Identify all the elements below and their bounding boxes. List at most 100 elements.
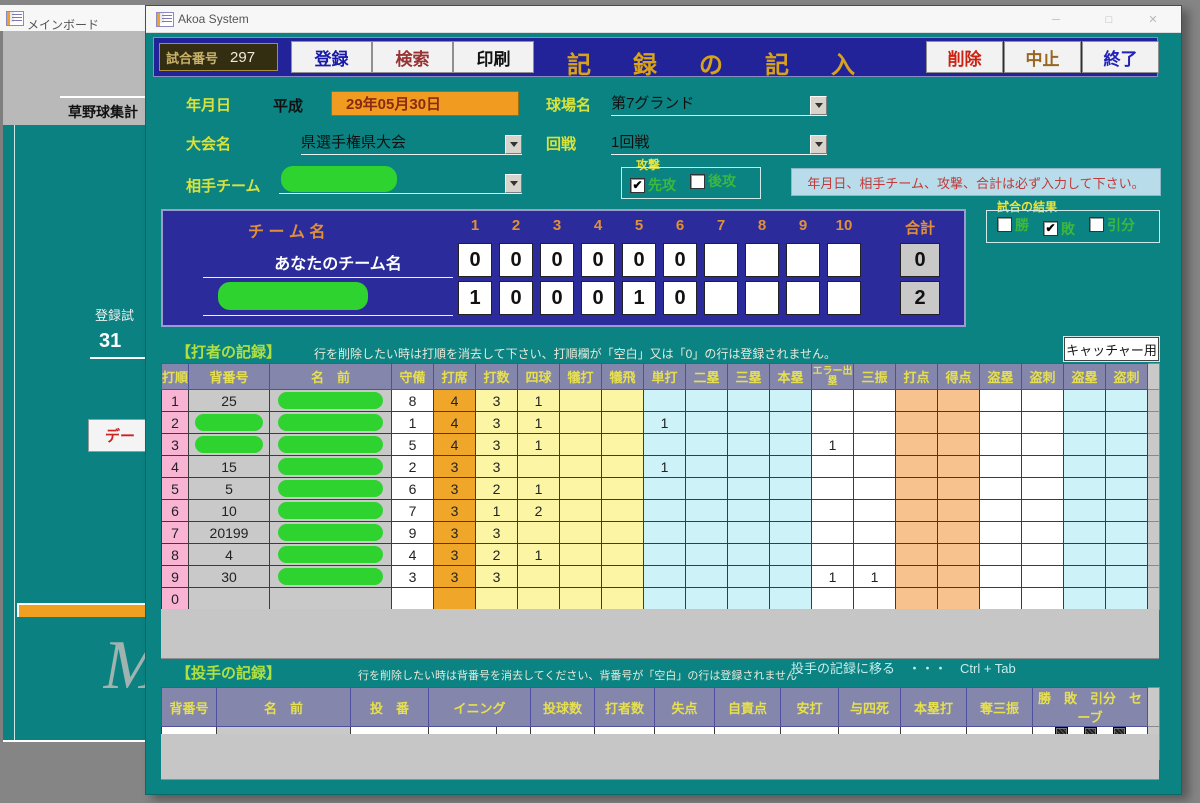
batter-stat-cell[interactable] bbox=[644, 478, 686, 500]
batter-stat-cell[interactable] bbox=[644, 588, 686, 610]
batter-stat-cell[interactable] bbox=[854, 522, 896, 544]
batter-stat-cell[interactable] bbox=[770, 522, 812, 544]
batter-stat-cell[interactable] bbox=[1064, 390, 1106, 412]
batter-stat-cell[interactable] bbox=[938, 478, 980, 500]
batter-number-cell[interactable]: 25 bbox=[189, 390, 270, 412]
inning-score-cell[interactable]: 0 bbox=[581, 243, 615, 277]
batter-stat-cell[interactable] bbox=[686, 412, 728, 434]
batter-stat-cell[interactable]: 4 bbox=[434, 434, 476, 456]
batter-stat-cell[interactable] bbox=[938, 522, 980, 544]
batter-stat-cell[interactable]: 5 bbox=[392, 434, 434, 456]
batter-name-cell[interactable] bbox=[270, 500, 392, 522]
batter-stat-cell[interactable]: 3 bbox=[476, 522, 518, 544]
inning-score-cell[interactable]: 0 bbox=[499, 281, 533, 315]
batter-stat-cell[interactable] bbox=[854, 390, 896, 412]
inning-score-cell[interactable] bbox=[704, 243, 738, 277]
batter-stat-cell[interactable]: 1 bbox=[518, 478, 560, 500]
batter-stat-cell[interactable] bbox=[728, 434, 770, 456]
batter-stat-cell[interactable]: 3 bbox=[434, 544, 476, 566]
batter-number-cell[interactable]: 15 bbox=[189, 456, 270, 478]
batter-stat-cell[interactable] bbox=[644, 390, 686, 412]
batter-stat-cell[interactable]: 6 bbox=[392, 478, 434, 500]
batter-stat-cell[interactable] bbox=[980, 522, 1022, 544]
batter-stat-cell[interactable] bbox=[1022, 544, 1064, 566]
batter-stat-cell[interactable] bbox=[602, 544, 644, 566]
batter-stat-cell[interactable]: 2 bbox=[476, 478, 518, 500]
batter-stat-cell[interactable]: 2 bbox=[392, 456, 434, 478]
batter-order-cell[interactable]: 0 bbox=[162, 588, 189, 610]
inning-score-cell[interactable]: 1 bbox=[458, 281, 492, 315]
batter-stat-cell[interactable] bbox=[686, 522, 728, 544]
inning-score-cell[interactable]: 0 bbox=[458, 243, 492, 277]
batter-stat-cell[interactable] bbox=[686, 544, 728, 566]
batter-stat-cell[interactable] bbox=[1106, 522, 1148, 544]
batter-stat-cell[interactable] bbox=[770, 456, 812, 478]
result-checkbox[interactable] bbox=[997, 217, 1012, 232]
batter-stat-cell[interactable] bbox=[812, 500, 854, 522]
batter-stat-cell[interactable] bbox=[896, 544, 938, 566]
register-button[interactable]: 登録 bbox=[291, 41, 372, 73]
batter-stat-cell[interactable]: 1 bbox=[518, 390, 560, 412]
batter-stat-cell[interactable]: 1 bbox=[518, 434, 560, 456]
batter-stat-cell[interactable]: 7 bbox=[392, 500, 434, 522]
batter-stat-cell[interactable]: 3 bbox=[434, 566, 476, 588]
batter-stat-cell[interactable] bbox=[686, 566, 728, 588]
batter-stat-cell[interactable] bbox=[980, 412, 1022, 434]
batter-stat-cell[interactable] bbox=[728, 566, 770, 588]
close-button[interactable]: ✕ bbox=[1138, 13, 1168, 27]
inning-score-cell[interactable] bbox=[827, 243, 861, 277]
batter-stat-cell[interactable] bbox=[854, 588, 896, 610]
batter-name-cell[interactable] bbox=[270, 588, 392, 610]
search-button[interactable]: 検索 bbox=[372, 41, 453, 73]
batter-order-cell[interactable]: 6 bbox=[162, 500, 189, 522]
inning-score-cell[interactable]: 0 bbox=[622, 243, 656, 277]
batter-stat-cell[interactable] bbox=[938, 412, 980, 434]
print-button[interactable]: 印刷 bbox=[453, 41, 534, 73]
batter-stat-cell[interactable] bbox=[686, 434, 728, 456]
batter-stat-cell[interactable] bbox=[686, 588, 728, 610]
batter-stat-cell[interactable] bbox=[728, 544, 770, 566]
batter-stat-cell[interactable] bbox=[476, 588, 518, 610]
inning-score-cell[interactable] bbox=[786, 243, 820, 277]
batter-stat-cell[interactable]: 1 bbox=[644, 456, 686, 478]
attack-checkbox[interactable] bbox=[690, 174, 705, 189]
batter-stat-cell[interactable] bbox=[980, 434, 1022, 456]
batter-name-cell[interactable] bbox=[270, 544, 392, 566]
batter-stat-cell[interactable]: 3 bbox=[434, 522, 476, 544]
batter-number-cell[interactable] bbox=[189, 588, 270, 610]
batter-stat-cell[interactable] bbox=[686, 390, 728, 412]
batter-stat-cell[interactable] bbox=[644, 500, 686, 522]
inning-score-cell[interactable]: 0 bbox=[540, 243, 574, 277]
batter-stat-cell[interactable] bbox=[938, 544, 980, 566]
result-option-敗[interactable]: ✔敗 bbox=[1043, 219, 1075, 239]
batter-stat-cell[interactable] bbox=[728, 588, 770, 610]
attack-checkbox[interactable]: ✔ bbox=[630, 178, 645, 193]
batter-stat-cell[interactable]: 3 bbox=[476, 456, 518, 478]
batter-stat-cell[interactable] bbox=[1106, 500, 1148, 522]
batter-stat-cell[interactable] bbox=[980, 500, 1022, 522]
batter-number-cell[interactable]: 30 bbox=[189, 566, 270, 588]
batter-number-cell[interactable]: 4 bbox=[189, 544, 270, 566]
batter-stat-cell[interactable] bbox=[1022, 434, 1064, 456]
batter-number-cell[interactable] bbox=[189, 412, 270, 434]
attack-option-後攻[interactable]: 後攻 bbox=[690, 171, 736, 191]
batter-stat-cell[interactable] bbox=[1022, 566, 1064, 588]
batter-order-cell[interactable]: 8 bbox=[162, 544, 189, 566]
batter-order-cell[interactable]: 7 bbox=[162, 522, 189, 544]
batter-stat-cell[interactable] bbox=[518, 588, 560, 610]
batter-stat-cell[interactable]: 4 bbox=[392, 544, 434, 566]
batter-stat-cell[interactable]: 3 bbox=[434, 478, 476, 500]
inning-score-cell[interactable]: 1 bbox=[622, 281, 656, 315]
batter-stat-cell[interactable] bbox=[560, 588, 602, 610]
batter-stat-cell[interactable] bbox=[980, 456, 1022, 478]
batter-stat-cell[interactable] bbox=[1064, 566, 1106, 588]
batter-stat-cell[interactable] bbox=[812, 522, 854, 544]
inning-score-cell[interactable] bbox=[786, 281, 820, 315]
batter-name-cell[interactable] bbox=[270, 566, 392, 588]
batter-stat-cell[interactable] bbox=[896, 390, 938, 412]
batter-name-cell[interactable] bbox=[270, 522, 392, 544]
batter-stat-cell[interactable] bbox=[980, 478, 1022, 500]
batter-stat-cell[interactable] bbox=[686, 478, 728, 500]
batter-name-cell[interactable] bbox=[270, 456, 392, 478]
batter-order-cell[interactable]: 3 bbox=[162, 434, 189, 456]
